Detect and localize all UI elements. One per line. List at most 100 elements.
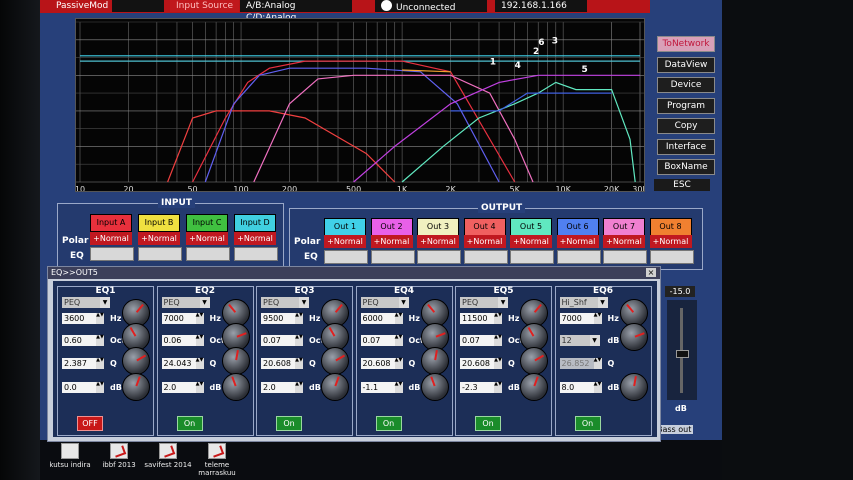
- rotary-knob[interactable]: [321, 373, 349, 401]
- rotary-knob[interactable]: [420, 373, 449, 401]
- desktop-icon[interactable]: teleme marraskuu: [187, 443, 247, 477]
- filter-type-select[interactable]: PEQ ▼: [161, 297, 210, 308]
- input-eq-preview[interactable]: [138, 247, 182, 261]
- channel-marker[interactable]: 4: [515, 61, 521, 71]
- output-channel-button[interactable]: Out 5: [510, 218, 552, 236]
- frequency-response-graph[interactable]: 1020501002005001K2K5K10K20K30K0-10-20-30…: [75, 18, 645, 192]
- rotary-knob[interactable]: [221, 347, 250, 375]
- channel-marker[interactable]: 2: [533, 47, 539, 57]
- filter-type-select[interactable]: PEQ ▼: [62, 297, 110, 308]
- output-eq-preview[interactable]: [649, 250, 694, 264]
- channel-marker[interactable]: 3: [552, 36, 558, 46]
- mode-field[interactable]: [112, 0, 164, 12]
- spin-arrows-icon[interactable]: ▲▼: [96, 313, 104, 324]
- rotary-knob[interactable]: [321, 347, 349, 375]
- rotary-knob[interactable]: [619, 373, 648, 401]
- esc-button[interactable]: ESC: [654, 179, 710, 191]
- output-polar-button[interactable]: +Normal: [510, 235, 552, 248]
- input-eq-preview[interactable]: [234, 247, 278, 261]
- spin-arrows-icon[interactable]: ▲▼: [593, 382, 602, 393]
- spin-arrows-icon[interactable]: ▲▼: [394, 358, 403, 369]
- spin-arrows-icon[interactable]: ▲▼: [295, 382, 303, 393]
- slider-thumb[interactable]: [676, 350, 689, 358]
- input-eq-preview[interactable]: [90, 247, 134, 261]
- rotary-knob[interactable]: [122, 373, 150, 401]
- spin-arrows-icon[interactable]: ▲▼: [295, 313, 303, 324]
- output-eq-preview[interactable]: [603, 250, 647, 264]
- band-enable-button[interactable]: OFF: [77, 416, 103, 431]
- spin-arrows-icon[interactable]: ▲▼: [195, 382, 204, 393]
- sidebar-button-dataview[interactable]: DataView: [657, 56, 715, 73]
- spin-arrows-icon[interactable]: ▲▼: [593, 313, 602, 324]
- sidebar-button-interface[interactable]: Interface: [657, 138, 715, 155]
- spin-arrows-icon[interactable]: ▲▼: [295, 335, 303, 346]
- output-polar-button[interactable]: +Normal: [556, 235, 599, 248]
- output-eq-preview[interactable]: [510, 250, 554, 264]
- input-polar-button[interactable]: +Normal: [138, 232, 180, 245]
- rotary-knob[interactable]: [520, 347, 548, 375]
- rotary-knob[interactable]: [520, 373, 548, 401]
- input-source-select[interactable]: A/B:Analog C/D:Analog: [240, 0, 352, 23]
- spin-arrows-icon[interactable]: ▲▼: [96, 358, 104, 369]
- spin-arrows-icon[interactable]: ▲▼: [394, 335, 403, 346]
- output-polar-button[interactable]: +Normal: [649, 235, 692, 248]
- slope-select[interactable]: 12 ▼: [559, 335, 600, 346]
- input-polar-button[interactable]: +Normal: [234, 232, 276, 245]
- filter-type-select[interactable]: PEQ ▼: [261, 297, 309, 308]
- spin-arrows-icon[interactable]: ▲▼: [394, 382, 403, 393]
- output-polar-button[interactable]: +Normal: [370, 235, 413, 248]
- channel-marker[interactable]: 6: [538, 38, 544, 48]
- output-channel-button[interactable]: Out 4: [463, 218, 506, 236]
- spin-arrows-icon[interactable]: ▲▼: [494, 358, 502, 369]
- spin-arrows-icon[interactable]: ▲▼: [195, 335, 204, 346]
- input-polar-button[interactable]: +Normal: [90, 232, 132, 245]
- output-eq-preview[interactable]: [370, 250, 415, 264]
- output-channel-button[interactable]: Out 8: [649, 218, 692, 236]
- channel-marker[interactable]: 5: [582, 65, 588, 75]
- band-enable-button[interactable]: On: [176, 416, 203, 431]
- input-channel-button[interactable]: Input B: [138, 214, 180, 232]
- band-enable-button[interactable]: On: [574, 416, 601, 431]
- sidebar-button-tonetwork[interactable]: ToNetwork: [657, 36, 715, 52]
- output-polar-button[interactable]: +Normal: [603, 235, 645, 248]
- output-channel-button[interactable]: Out 7: [603, 218, 645, 236]
- band-enable-button[interactable]: On: [276, 416, 302, 431]
- spin-arrows-icon[interactable]: ▲▼: [494, 382, 502, 393]
- rotary-knob[interactable]: [420, 347, 449, 375]
- spin-arrows-icon[interactable]: ▲▼: [494, 335, 502, 346]
- output-polar-button[interactable]: +Normal: [324, 235, 366, 248]
- connection-status[interactable]: Unconnected: [375, 0, 487, 13]
- spin-arrows-icon[interactable]: ▲▼: [593, 358, 602, 369]
- output-channel-button[interactable]: Out 2: [370, 218, 413, 236]
- channel-marker[interactable]: 1: [490, 58, 496, 68]
- rotary-knob[interactable]: [221, 373, 250, 401]
- rotary-knob[interactable]: [122, 347, 150, 375]
- filter-type-select[interactable]: PEQ ▼: [360, 297, 409, 308]
- spin-arrows-icon[interactable]: ▲▼: [394, 313, 403, 324]
- output-eq-preview[interactable]: [417, 250, 461, 264]
- output-eq-preview[interactable]: [556, 250, 601, 264]
- input-channel-button[interactable]: Input A: [90, 214, 132, 232]
- spin-arrows-icon[interactable]: ▲▼: [96, 335, 104, 346]
- input-channel-button[interactable]: Input C: [186, 214, 228, 232]
- spin-arrows-icon[interactable]: ▲▼: [96, 382, 104, 393]
- filter-type-select[interactable]: Hi_Shf ▼: [559, 297, 608, 308]
- rotary-knob[interactable]: [619, 323, 648, 351]
- spin-arrows-icon[interactable]: ▲▼: [295, 358, 303, 369]
- ip-address[interactable]: 192.168.1.166: [495, 0, 587, 12]
- band-enable-button[interactable]: On: [475, 416, 501, 431]
- close-icon[interactable]: ×: [646, 268, 656, 277]
- output-channel-button[interactable]: Out 6: [556, 218, 599, 236]
- input-polar-button[interactable]: +Normal: [186, 232, 228, 245]
- sidebar-button-device[interactable]: Device: [657, 77, 715, 93]
- output-polar-button[interactable]: +Normal: [417, 235, 459, 248]
- spin-arrows-icon[interactable]: ▲▼: [494, 313, 502, 324]
- output-polar-button[interactable]: +Normal: [463, 235, 506, 248]
- sidebar-button-copy[interactable]: Copy: [657, 118, 715, 134]
- band-enable-button[interactable]: On: [375, 416, 402, 431]
- output-channel-button[interactable]: Out 1: [324, 218, 366, 236]
- sidebar-button-boxname[interactable]: BoxName: [657, 159, 715, 175]
- output-eq-preview[interactable]: [463, 250, 508, 264]
- output-eq-preview[interactable]: [324, 250, 368, 264]
- input-eq-preview[interactable]: [186, 247, 230, 261]
